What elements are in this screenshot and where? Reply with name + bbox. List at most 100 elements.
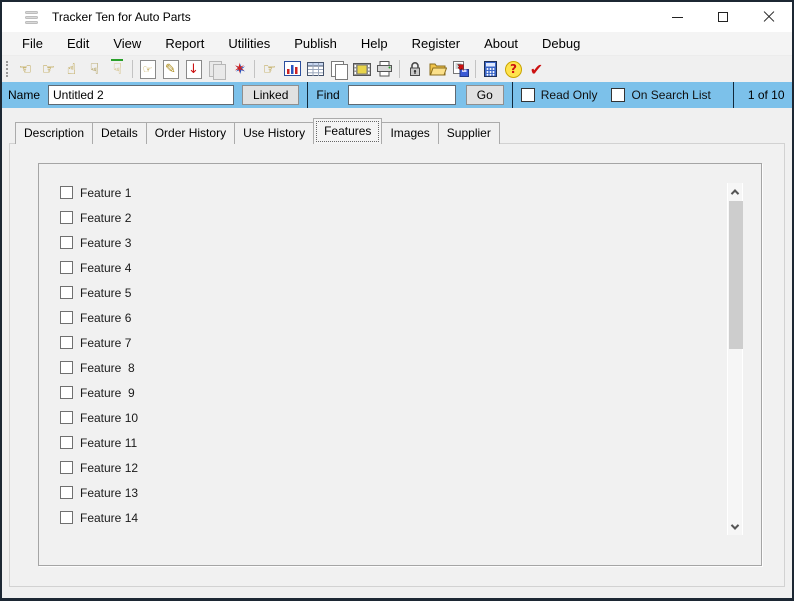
- close-button[interactable]: [746, 2, 792, 32]
- tab-features[interactable]: Features: [313, 118, 383, 144]
- feature-8-checkbox[interactable]: [60, 361, 73, 374]
- find-label: Find: [316, 88, 340, 102]
- scroll-up-button[interactable]: [728, 183, 742, 200]
- nav-next-record-icon[interactable]: ☞: [37, 58, 60, 80]
- feature-checkbox-row[interactable]: Feature 11: [60, 435, 761, 450]
- menu-debug[interactable]: Debug: [530, 32, 592, 55]
- menu-utilities[interactable]: Utilities: [216, 32, 282, 55]
- delete-record-icon[interactable]: ✶: [228, 58, 251, 80]
- on-search-list-checkbox-box[interactable]: [611, 88, 626, 102]
- feature-11-checkbox[interactable]: [60, 436, 73, 449]
- feature-checkbox-row[interactable]: Feature 6: [60, 310, 761, 325]
- feature-checkbox-row[interactable]: Feature 12: [60, 460, 761, 475]
- chevron-down-icon: [730, 520, 740, 530]
- maximize-button[interactable]: [700, 2, 746, 32]
- tab-images[interactable]: Images: [381, 122, 439, 144]
- help-icon[interactable]: ?: [502, 58, 525, 80]
- hand-down-outline-icon[interactable]: ☟: [106, 58, 129, 80]
- tab-supplier[interactable]: Supplier: [437, 122, 500, 144]
- feature-checkbox-row[interactable]: Feature 8: [60, 360, 761, 375]
- copy-record-disabled-icon: [205, 58, 228, 80]
- feature-checkbox-row[interactable]: Feature 3: [60, 235, 761, 250]
- find-record-icon[interactable]: ☞: [258, 58, 281, 80]
- read-only-label: Read Only: [540, 88, 598, 102]
- feature-6-checkbox[interactable]: [60, 311, 73, 324]
- feature-14-checkbox[interactable]: [60, 511, 73, 524]
- feature-4-checkbox[interactable]: [60, 261, 73, 274]
- feature-7-checkbox[interactable]: [60, 336, 73, 349]
- app-window: Tracker Ten for Auto Parts File Edit Vie…: [0, 0, 794, 601]
- feature-3-checkbox[interactable]: [60, 236, 73, 249]
- linked-button[interactable]: Linked: [242, 85, 300, 105]
- minimize-button[interactable]: [654, 2, 700, 32]
- menu-help[interactable]: Help: [349, 32, 400, 55]
- go-button[interactable]: Go: [465, 85, 504, 105]
- print-icon[interactable]: [373, 58, 396, 80]
- close-icon: [763, 11, 775, 23]
- feature-10-checkbox[interactable]: [60, 411, 73, 424]
- feature-checkbox-row[interactable]: Feature 1: [60, 185, 761, 200]
- toolbar-separator: [475, 60, 476, 78]
- feature-checkbox-row[interactable]: Feature 9: [60, 385, 761, 400]
- vertical-scrollbar[interactable]: [727, 183, 743, 535]
- menu-publish[interactable]: Publish: [282, 32, 349, 55]
- menu-view[interactable]: View: [101, 32, 153, 55]
- feature-2-checkbox[interactable]: [60, 211, 73, 224]
- name-input[interactable]: [48, 85, 235, 105]
- feature-5-checkbox[interactable]: [60, 286, 73, 299]
- spellcheck-icon[interactable]: ✔: [525, 58, 548, 80]
- import-record-icon[interactable]: ↓: [182, 58, 205, 80]
- feature-9-checkbox[interactable]: [60, 386, 73, 399]
- calculator-icon[interactable]: [479, 58, 502, 80]
- find-input[interactable]: [347, 85, 456, 105]
- read-only-checkbox-box[interactable]: [520, 88, 535, 102]
- chart-icon[interactable]: [281, 58, 304, 80]
- name-label: Name: [8, 88, 41, 102]
- record-bar: Name Linked Find Go Read Only On Search …: [2, 82, 792, 108]
- hand-up-icon[interactable]: ☝: [60, 58, 83, 80]
- toolbar-grip[interactable]: [6, 61, 10, 77]
- menu-register[interactable]: Register: [400, 32, 472, 55]
- title-bar: Tracker Ten for Auto Parts: [2, 2, 792, 32]
- read-only-checkbox[interactable]: Read Only: [520, 88, 598, 102]
- record-position: 1 of 10: [747, 88, 785, 102]
- menu-file[interactable]: File: [10, 32, 55, 55]
- feature-13-checkbox[interactable]: [60, 486, 73, 499]
- scrollbar-thumb[interactable]: [729, 201, 743, 349]
- edit-record-icon[interactable]: ✎: [159, 58, 182, 80]
- features-tab-page: Feature 1 Feature 2 Feature 3 Feature 4 …: [9, 143, 785, 587]
- new-record-icon[interactable]: ☞: [136, 58, 159, 80]
- feature-checkbox-row[interactable]: Feature 7: [60, 335, 761, 350]
- tab-description[interactable]: Description: [15, 122, 94, 144]
- feature-checkbox-row[interactable]: Feature 13: [60, 485, 761, 500]
- open-folder-icon[interactable]: [426, 58, 449, 80]
- nav-prev-record-icon[interactable]: ☜: [14, 58, 37, 80]
- menu-about[interactable]: About: [472, 32, 530, 55]
- menu-report[interactable]: Report: [153, 32, 216, 55]
- database-stack-icon: [25, 10, 38, 24]
- record-bar-divider: [732, 82, 734, 108]
- lock-icon[interactable]: [403, 58, 426, 80]
- feature-1-checkbox[interactable]: [60, 186, 73, 199]
- feature-checkbox-row[interactable]: Feature 2: [60, 210, 761, 225]
- feature-checkbox-row[interactable]: Feature 10: [60, 410, 761, 425]
- tab-details[interactable]: Details: [92, 122, 147, 144]
- minimize-icon: [671, 16, 683, 18]
- feature-checkbox-row[interactable]: Feature 5: [60, 285, 761, 300]
- filmstrip-icon[interactable]: [350, 58, 373, 80]
- tab-use-history[interactable]: Use History: [234, 122, 315, 144]
- table-icon[interactable]: [304, 58, 327, 80]
- hand-down-icon[interactable]: ☟: [83, 58, 106, 80]
- save-export-icon[interactable]: [449, 58, 472, 80]
- tab-order-history[interactable]: Order History: [145, 122, 236, 144]
- copy-pages-icon[interactable]: [327, 58, 350, 80]
- on-search-list-checkbox[interactable]: On Search List: [611, 88, 711, 102]
- on-search-list-label: On Search List: [631, 88, 711, 102]
- feature-12-checkbox[interactable]: [60, 461, 73, 474]
- menu-edit[interactable]: Edit: [55, 32, 101, 55]
- menu-bar: File Edit View Report Utilities Publish …: [2, 32, 792, 56]
- scroll-down-button[interactable]: [728, 518, 742, 535]
- feature-checkbox-row[interactable]: Feature 4: [60, 260, 761, 275]
- feature-checkbox-row[interactable]: Feature 14: [60, 510, 761, 525]
